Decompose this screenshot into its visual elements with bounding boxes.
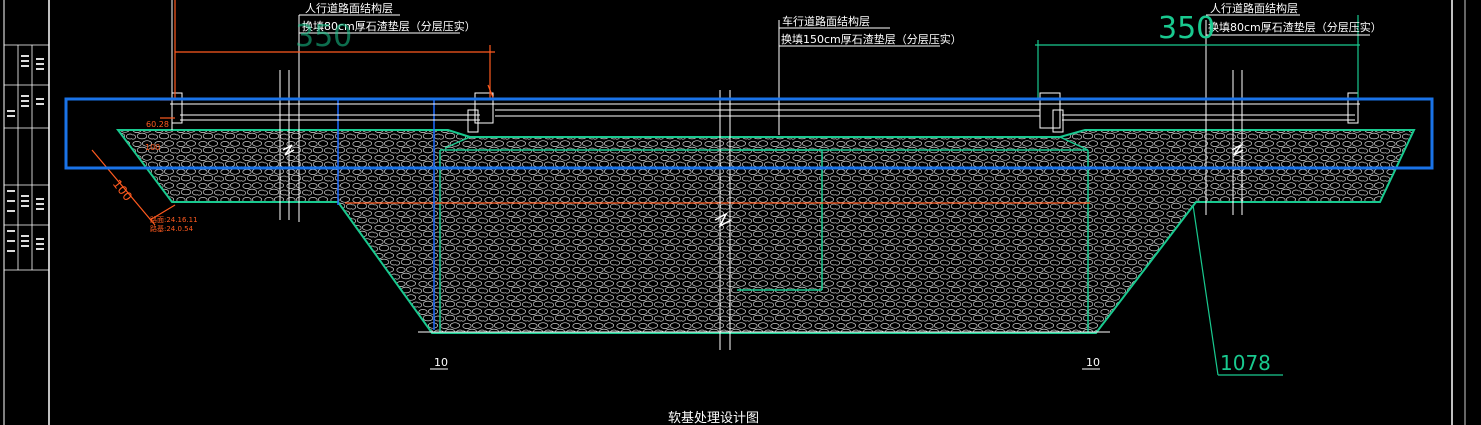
right-width-dimension: 350 <box>1158 11 1215 46</box>
left-elevation-value: 60.28 <box>146 120 169 129</box>
cad-drawing-canvas[interactable]: 人行道路面结构层 换填80cm厚石渣垫层（分层压实） 车行道路面结构层 换填15… <box>0 0 1481 425</box>
left-small-mark: 100 <box>145 143 160 152</box>
left-elevation-label-2: 路基:24.0.54 <box>150 224 194 233</box>
right-callout-title: 人行道路面结构层 <box>1210 1 1298 15</box>
bottom-left-mark: 10 <box>434 356 448 369</box>
right-leader-dimension: 1078 <box>1220 351 1271 375</box>
left-width-dimension: 350 <box>295 19 352 54</box>
rubble-fill-body <box>116 129 1416 334</box>
left-callout-title: 人行道路面结构层 <box>305 1 393 15</box>
left-slope-length: 100 <box>110 177 135 204</box>
bottom-right-mark: 10 <box>1086 356 1100 369</box>
left-elevation-label-1: 路面:24.16.11 <box>150 215 198 224</box>
center-callout-title: 车行道路面结构层 <box>782 14 870 28</box>
center-callout-body: 换填150cm厚石渣垫层（分层压实） <box>781 32 962 46</box>
right-callout-body: 换填80cm厚石渣垫层（分层压实） <box>1208 20 1382 34</box>
title-block <box>3 0 50 425</box>
drawing-title: 软基处理设计图 <box>668 411 759 425</box>
